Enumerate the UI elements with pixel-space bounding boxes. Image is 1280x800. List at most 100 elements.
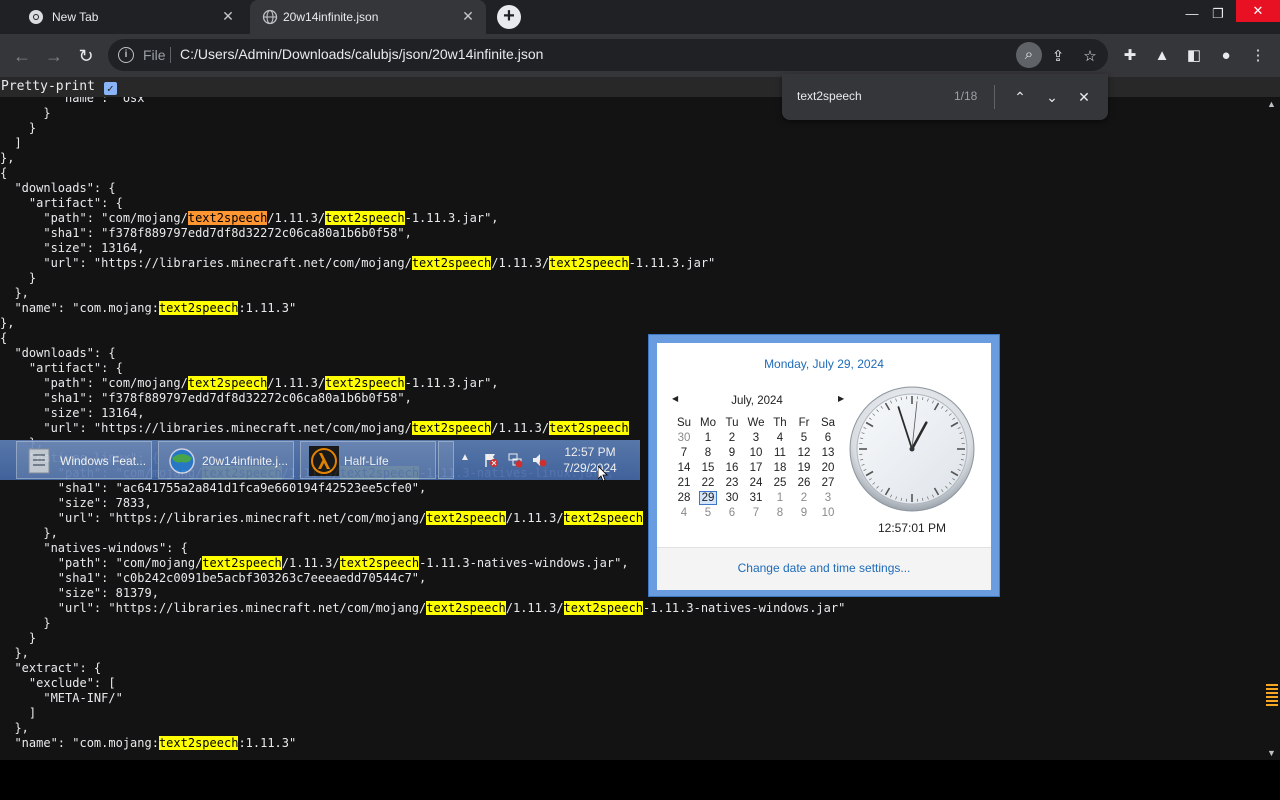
info-icon[interactable]: i bbox=[118, 47, 134, 63]
calendar-day[interactable]: 11 bbox=[768, 445, 792, 460]
share-icon[interactable]: ⇪ bbox=[1046, 45, 1070, 69]
close-tab-icon[interactable]: ✕ bbox=[460, 8, 476, 24]
forward-icon[interactable]: → bbox=[42, 44, 66, 68]
taskbar-label: Half-Life bbox=[344, 454, 389, 468]
calendar-day[interactable]: 8 bbox=[768, 505, 792, 520]
taskbar-button-browser[interactable]: 20w14infinite.j... bbox=[158, 441, 294, 479]
volume-muted-icon[interactable] bbox=[531, 452, 547, 468]
calendar-day[interactable]: 22 bbox=[696, 475, 720, 490]
calendar-day[interactable]: 23 bbox=[720, 475, 744, 490]
menu-icon[interactable]: ⋮ bbox=[1246, 44, 1270, 68]
calendar-day[interactable]: 30 bbox=[672, 430, 696, 445]
match-highlight: text2speech bbox=[158, 736, 239, 750]
calendar-day[interactable]: 31 bbox=[744, 490, 768, 505]
calendar-day[interactable]: 3 bbox=[816, 490, 840, 505]
calendar-day[interactable]: 26 bbox=[792, 475, 816, 490]
code-line: }, bbox=[0, 151, 15, 165]
taskbar-label: 20w14infinite.j... bbox=[202, 454, 289, 468]
taskbar-label: Windows Feat... bbox=[60, 454, 147, 468]
action-center-flag-icon[interactable] bbox=[483, 452, 499, 468]
calendar-day[interactable]: 16 bbox=[720, 460, 744, 475]
find-input[interactable]: text2speech bbox=[797, 89, 862, 103]
previous-match-icon[interactable]: ⌃ bbox=[1008, 85, 1032, 109]
find-in-page-icon[interactable]: ⌕ bbox=[1016, 42, 1042, 68]
weekday-header: Tu bbox=[725, 416, 739, 429]
code-line: "path": "com/mojang/text2speech/1.11.3/t… bbox=[0, 211, 499, 225]
profile-icon[interactable]: ● bbox=[1214, 44, 1238, 68]
calendar-day[interactable]: 13 bbox=[816, 445, 840, 460]
vertical-scrollbar[interactable]: ▲ ▼ bbox=[1263, 97, 1280, 760]
calendar-day[interactable]: 7 bbox=[744, 505, 768, 520]
json-viewer: "name": "osx" } } ]},{ "downloads": { "a… bbox=[0, 77, 1280, 760]
pretty-print-checkbox[interactable]: ✓ bbox=[103, 82, 117, 95]
calendar-day[interactable]: 5 bbox=[696, 505, 720, 520]
calendar-day[interactable]: 2 bbox=[792, 490, 816, 505]
calendar-day[interactable]: 25 bbox=[768, 475, 792, 490]
next-month-icon[interactable]: ▶ bbox=[838, 394, 844, 403]
calendar-day[interactable]: 28 bbox=[672, 490, 696, 505]
tab-new-tab[interactable]: New Tab ✕ bbox=[8, 0, 246, 34]
network-icon[interactable] bbox=[507, 452, 523, 468]
calendar-day[interactable]: 3 bbox=[744, 430, 768, 445]
calendar-day[interactable]: 9 bbox=[720, 445, 744, 460]
tab-json-file[interactable]: 20w14infinite.json ✕ bbox=[250, 0, 486, 34]
calendar-day[interactable]: 6 bbox=[720, 505, 744, 520]
calendar-day[interactable]: 20 bbox=[816, 460, 840, 475]
calendar-day[interactable]: 27 bbox=[816, 475, 840, 490]
calendar-day[interactable]: 21 bbox=[672, 475, 696, 490]
calendar-day[interactable]: 1 bbox=[768, 490, 792, 505]
calendar-day[interactable]: 4 bbox=[768, 430, 792, 445]
taskbar-scroll-icon[interactable] bbox=[438, 441, 454, 479]
taskbar-clock[interactable]: 12:57 PM 7/29/2024 bbox=[560, 444, 620, 476]
close-find-icon[interactable]: ✕ bbox=[1072, 85, 1096, 109]
calendar-day[interactable]: 30 bbox=[720, 490, 744, 505]
calendar-day[interactable]: 12 bbox=[792, 445, 816, 460]
restore-icon[interactable]: ❐ bbox=[1204, 4, 1232, 24]
calendar-month[interactable]: July, 2024 bbox=[672, 395, 842, 407]
show-hidden-icons-icon[interactable]: ▲ bbox=[460, 452, 470, 463]
calendar-day-today[interactable]: 29 bbox=[696, 490, 720, 505]
side-panel-icon[interactable]: ◧ bbox=[1182, 44, 1206, 68]
next-match-icon[interactable]: ⌄ bbox=[1040, 85, 1064, 109]
scroll-up-icon[interactable]: ▲ bbox=[1263, 97, 1280, 111]
long-date-link[interactable]: Monday, July 29, 2024 bbox=[657, 357, 991, 371]
calendar-day[interactable]: 9 bbox=[792, 505, 816, 520]
reload-icon[interactable]: ↻ bbox=[74, 44, 98, 68]
code-line: } bbox=[0, 106, 51, 120]
calendar-day[interactable]: 10 bbox=[816, 505, 840, 520]
calendar-day[interactable]: 2 bbox=[720, 430, 744, 445]
calendar-day[interactable]: 14 bbox=[672, 460, 696, 475]
extensions-icon[interactable]: ✚ bbox=[1118, 44, 1142, 68]
calendar-day[interactable]: 17 bbox=[744, 460, 768, 475]
bookmark-star-icon[interactable]: ☆ bbox=[1078, 45, 1102, 69]
new-tab-button[interactable]: + bbox=[497, 5, 521, 29]
code-line: }, bbox=[0, 316, 15, 330]
calendar-day[interactable]: 5 bbox=[792, 430, 816, 445]
calendar-day[interactable]: 24 bbox=[744, 475, 768, 490]
find-match-markers bbox=[1266, 684, 1278, 706]
bottom-bar bbox=[0, 760, 1280, 800]
calendar-day[interactable]: 7 bbox=[672, 445, 696, 460]
calendar-day[interactable]: 6 bbox=[816, 430, 840, 445]
change-date-time-settings-link[interactable]: Change date and time settings... bbox=[657, 561, 991, 575]
match-highlight: text2speech bbox=[426, 511, 506, 525]
calendar-day[interactable]: 4 bbox=[672, 505, 696, 520]
back-icon[interactable]: ← bbox=[10, 44, 34, 68]
taskbar-button-windows-features[interactable]: Windows Feat... bbox=[16, 441, 152, 479]
half-life-lambda-icon bbox=[309, 446, 339, 476]
calendar-day[interactable]: 19 bbox=[792, 460, 816, 475]
labs-flask-icon[interactable]: ▲ bbox=[1150, 44, 1174, 68]
taskbar-button-half-life[interactable]: Half-Life bbox=[300, 441, 436, 479]
calendar-day[interactable]: 1 bbox=[696, 430, 720, 445]
calendar-day[interactable]: 10 bbox=[744, 445, 768, 460]
close-tab-icon[interactable]: ✕ bbox=[220, 8, 236, 24]
match-highlight: text2speech bbox=[202, 556, 282, 570]
address-bar[interactable]: i File C:/Users/Admin/Downloads/calubjs/… bbox=[108, 39, 1108, 71]
minimize-icon[interactable]: — bbox=[1178, 4, 1206, 24]
calendar-day[interactable]: 18 bbox=[768, 460, 792, 475]
window-close-icon[interactable]: ✕ bbox=[1236, 0, 1280, 22]
calendar-day[interactable]: 8 bbox=[696, 445, 720, 460]
scroll-down-icon[interactable]: ▼ bbox=[1263, 746, 1280, 760]
calendar-day[interactable]: 15 bbox=[696, 460, 720, 475]
url-text[interactable]: C:/Users/Admin/Downloads/calubjs/json/20… bbox=[180, 46, 543, 62]
